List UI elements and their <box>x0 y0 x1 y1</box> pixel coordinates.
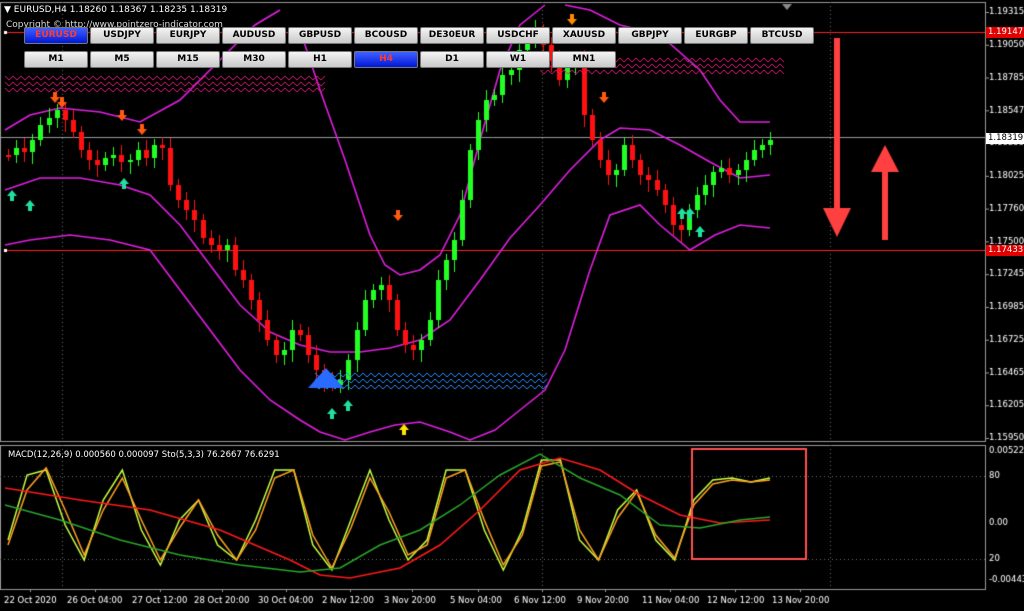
timeframe-button-m30[interactable]: M30 <box>222 51 286 68</box>
timeframe-button-m5[interactable]: M5 <box>90 51 154 68</box>
lower-level-price-tag: 1.17433 <box>986 245 1024 256</box>
timeframe-button-m1[interactable]: M1 <box>24 51 88 68</box>
symbol-button-gbpjpy[interactable]: GBPJPY <box>618 27 682 44</box>
timeframe-button-d1[interactable]: D1 <box>420 51 484 68</box>
symbol-button-gbpusd[interactable]: GBPUSD <box>288 27 352 44</box>
symbol-header: ▼ EURUSD,H4 1.18260 1.18367 1.18235 1.18… <box>4 5 227 15</box>
macd-label: MACD(12,26,9) 0.000560 0.000097 Sto(5,3,… <box>8 450 280 460</box>
symbol-button-de30eur[interactable]: DE30EUR <box>420 27 484 44</box>
timeframe-button-mn1[interactable]: MN1 <box>552 51 616 68</box>
symbol-button-eurgbp[interactable]: EURGBP <box>684 27 748 44</box>
header-dropdown-icon[interactable]: ▼ <box>4 5 14 15</box>
symbol-button-eurjpy[interactable]: EURJPY <box>156 27 220 44</box>
symbol-button-bcousd[interactable]: BCOUSD <box>354 27 418 44</box>
timeframe-button-w1[interactable]: W1 <box>486 51 550 68</box>
chart-canvas[interactable] <box>0 0 1024 611</box>
symbol-button-usdchf[interactable]: USDCHF <box>486 27 550 44</box>
symbol-button-xauusd[interactable]: XAUUSD <box>552 27 616 44</box>
timeframe-button-h4[interactable]: H4 <box>354 51 418 68</box>
symbol-button-usdjpy[interactable]: USDJPY <box>90 27 154 44</box>
current-price-tag: 1.18319 <box>986 133 1024 144</box>
symbol-button-eurusd[interactable]: EURUSD <box>24 27 88 44</box>
upper-level-price-tag: 1.19147 <box>986 27 1024 38</box>
symbol-line: EURUSD,H4 1.18260 1.18367 1.18235 1.1831… <box>13 5 228 15</box>
symbol-button-audusd[interactable]: AUDUSD <box>222 27 286 44</box>
timeframe-button-m15[interactable]: M15 <box>156 51 220 68</box>
timeframe-button-h1[interactable]: H1 <box>288 51 352 68</box>
symbol-button-btcusd[interactable]: BTCUSD <box>750 27 814 44</box>
